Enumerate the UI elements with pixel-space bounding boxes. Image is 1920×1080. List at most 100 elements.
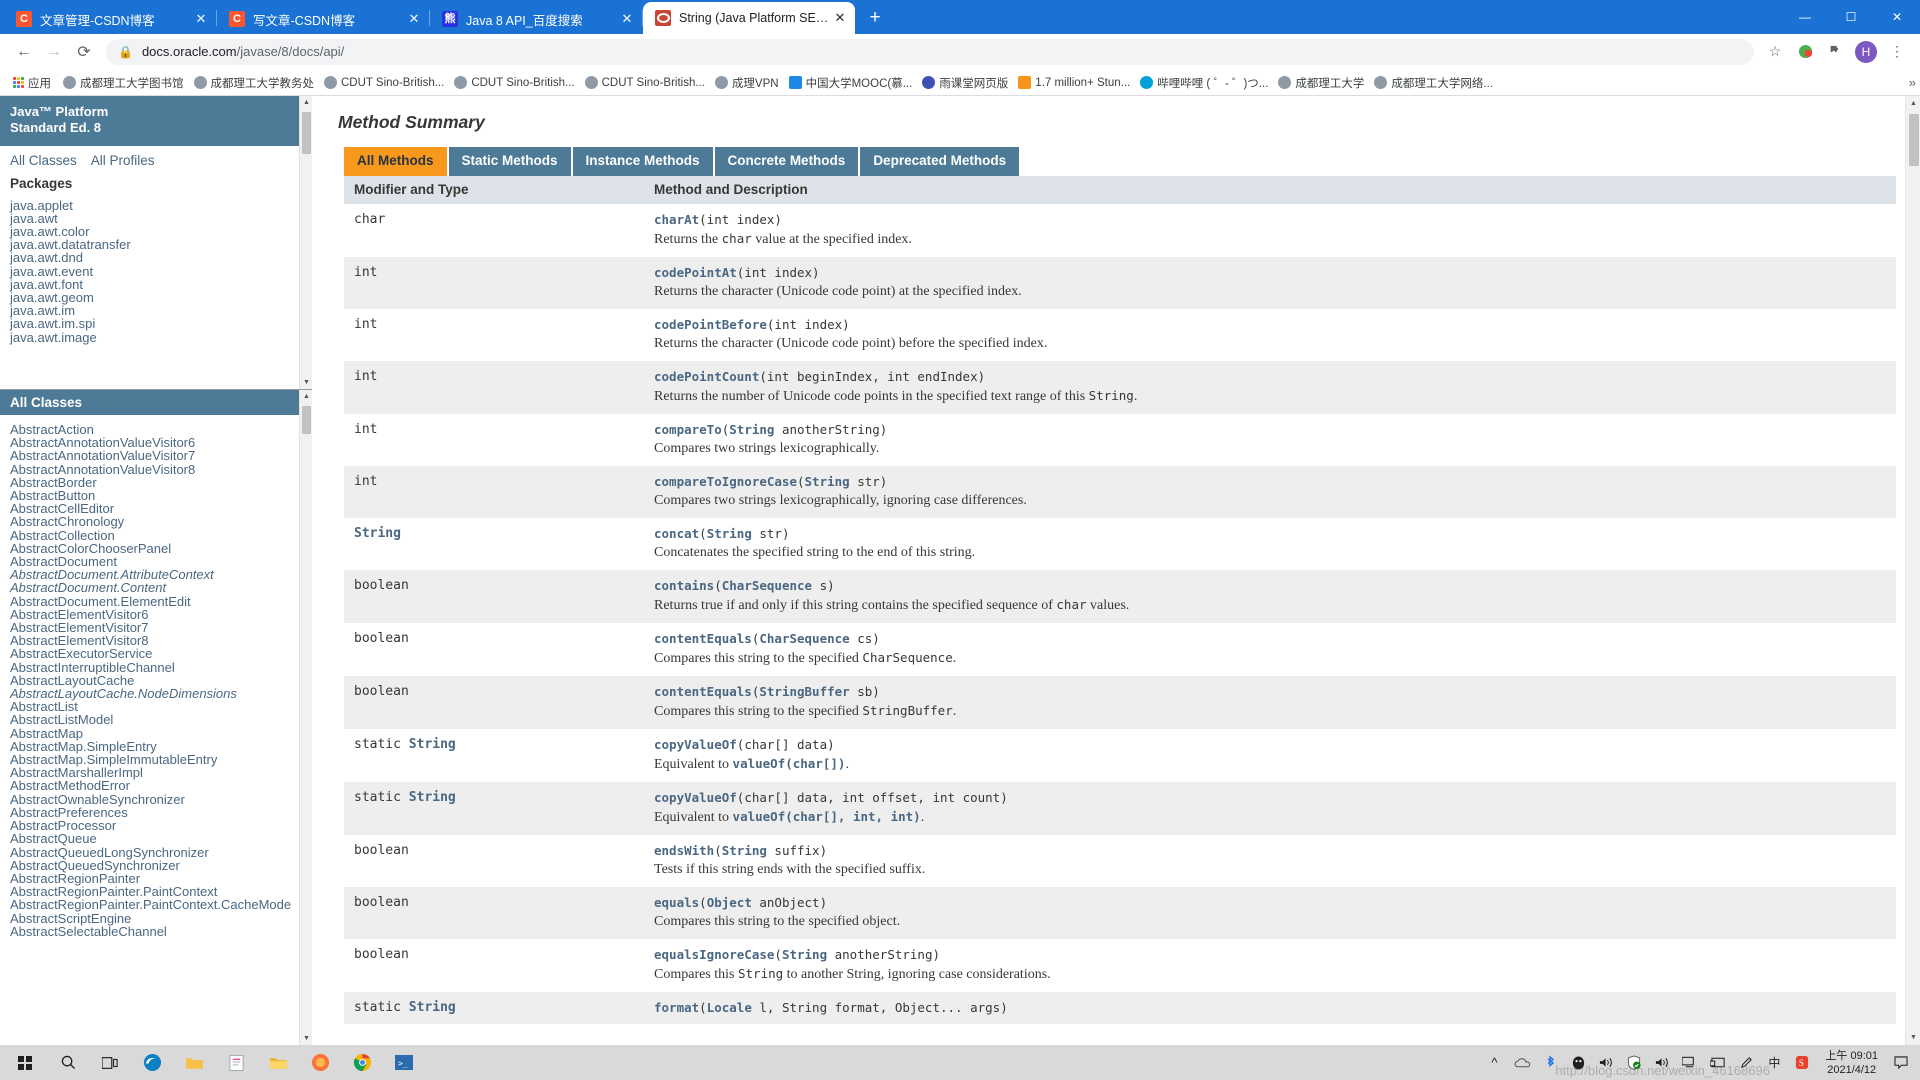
package-list-item[interactable]: java.awt.image — [10, 330, 302, 345]
terminal-icon[interactable]: >_ — [384, 1046, 424, 1079]
class-link[interactable]: AbstractSelectableChannel — [10, 924, 167, 939]
browser-tab[interactable]: String (Java Platform SE 8 ) ✕ — [643, 2, 855, 34]
method-signature[interactable]: format(Locale l, String format, Object..… — [654, 1000, 1886, 1015]
method-signature[interactable]: compareTo(String anotherString) — [654, 422, 1886, 437]
method-signature[interactable]: equals(Object anObject) — [654, 895, 1886, 910]
bookmark-item[interactable]: CDUT Sino-British... — [449, 74, 579, 91]
bluetooth-icon[interactable] — [1537, 1046, 1563, 1079]
method-signature[interactable]: codePointAt(int index) — [654, 265, 1886, 280]
notification-icon[interactable] — [1888, 1046, 1914, 1079]
method-signature[interactable]: codePointCount(int beginIndex, int endIn… — [654, 369, 1886, 384]
scroll-thumb[interactable] — [302, 112, 311, 154]
new-tab-button[interactable]: + — [861, 4, 889, 32]
link-all-profiles[interactable]: All Profiles — [91, 153, 155, 168]
method-signature[interactable]: charAt(int index) — [654, 212, 1886, 227]
package-link[interactable]: java.awt.image — [10, 330, 97, 345]
security-icon[interactable] — [1621, 1046, 1647, 1079]
method-signature[interactable]: endsWith(String suffix) — [654, 843, 1886, 858]
tab-close-icon[interactable]: ✕ — [831, 9, 849, 27]
address-bar[interactable]: 🔒 docs.oracle.com/javase/8/docs/api/ — [106, 38, 1754, 65]
window-controls: — ☐ ✕ — [1782, 0, 1920, 34]
folder-icon[interactable] — [174, 1046, 214, 1079]
scroll-thumb[interactable] — [302, 406, 311, 434]
bookmarks-overflow-icon[interactable]: » — [1909, 75, 1916, 90]
scroll-down-icon[interactable]: ▼ — [300, 376, 312, 389]
notepad-icon[interactable] — [216, 1046, 256, 1079]
method-description: Compares two strings lexicographically, … — [654, 492, 1027, 508]
method-filter-tab[interactable]: All Methods — [344, 147, 447, 176]
scroll-down-icon[interactable]: ▼ — [1906, 1030, 1920, 1045]
method-signature[interactable]: concat(String str) — [654, 526, 1886, 541]
bookmark-item[interactable]: 成都理工大学教务处 — [189, 73, 320, 93]
browser-tab[interactable]: C 文章管理-CSDN博客 ✕ — [4, 4, 216, 34]
tab-close-icon[interactable]: ✕ — [192, 10, 210, 28]
firefox-icon[interactable] — [300, 1046, 340, 1079]
browser-tab[interactable]: 熊 Java 8 API_百度搜索 ✕ — [430, 4, 642, 34]
class-frame-scrollbar[interactable]: ▲ ▼ — [299, 390, 312, 1045]
ime-icon[interactable]: 中 — [1761, 1046, 1787, 1079]
puzzle-icon[interactable] — [1822, 39, 1848, 65]
display-icon[interactable] — [1705, 1046, 1731, 1079]
volume-icon[interactable] — [1593, 1046, 1619, 1079]
translate-icon[interactable] — [1792, 39, 1818, 65]
bookmark-item[interactable]: 成都理工大学 — [1273, 73, 1369, 93]
bookmark-item[interactable]: CDUT Sino-British... — [319, 74, 449, 91]
scroll-down-icon[interactable]: ▼ — [300, 1032, 312, 1045]
scroll-thumb[interactable] — [1909, 114, 1919, 166]
method-filter-tab[interactable]: Static Methods — [448, 147, 571, 176]
back-icon[interactable]: ← — [10, 38, 38, 66]
maximize-button[interactable]: ☐ — [1828, 0, 1874, 34]
onedrive-icon[interactable] — [1509, 1046, 1535, 1079]
network-icon[interactable] — [1677, 1046, 1703, 1079]
main-scrollbar[interactable]: ▲ ▼ — [1905, 96, 1920, 1045]
method-signature[interactable]: codePointBefore(int index) — [654, 317, 1886, 332]
bookmark-star-icon[interactable]: ☆ — [1762, 39, 1788, 65]
method-filter-tab[interactable]: Concrete Methods — [714, 147, 859, 176]
method-signature[interactable]: copyValueOf(char[] data) — [654, 737, 1886, 752]
bookmark-item[interactable]: 雨课堂网页版 — [917, 73, 1013, 93]
sogou-icon[interactable]: S — [1789, 1046, 1815, 1079]
method-signature[interactable]: compareToIgnoreCase(String str) — [654, 474, 1886, 489]
browser-tab[interactable]: C 写文章-CSDN博客 ✕ — [217, 4, 429, 34]
scroll-up-icon[interactable]: ▲ — [300, 390, 312, 403]
scroll-up-icon[interactable]: ▲ — [1906, 96, 1920, 111]
start-icon[interactable] — [4, 1046, 46, 1079]
method-filter-tab[interactable]: Instance Methods — [572, 147, 713, 176]
bookmark-item[interactable]: 成都理工大学图书馆 — [58, 73, 189, 93]
bookmark-item[interactable]: 成都理工大学网络... — [1369, 73, 1498, 93]
minimize-button[interactable]: — — [1782, 0, 1828, 34]
method-signature[interactable]: copyValueOf(char[] data, int offset, int… — [654, 790, 1886, 805]
chevron-up-icon[interactable]: ^ — [1481, 1046, 1507, 1079]
method-signature[interactable]: contentEquals(CharSequence cs) — [654, 631, 1886, 646]
chrome-icon[interactable] — [342, 1046, 382, 1079]
bookmark-item[interactable]: CDUT Sino-British... — [580, 74, 710, 91]
tab-close-icon[interactable]: ✕ — [618, 10, 636, 28]
link-all-classes[interactable]: All Classes — [10, 153, 77, 168]
bookmark-item[interactable]: 中国大学MOOC(慕... — [784, 73, 918, 93]
reload-icon[interactable]: ⟳ — [70, 38, 98, 66]
pen-icon[interactable] — [1733, 1046, 1759, 1079]
method-signature[interactable]: contains(CharSequence s) — [654, 578, 1886, 593]
task-view-icon[interactable] — [90, 1046, 130, 1079]
search-icon[interactable] — [48, 1046, 88, 1079]
qq-icon[interactable] — [1565, 1046, 1591, 1079]
close-button[interactable]: ✕ — [1874, 0, 1920, 34]
class-list-item[interactable]: AbstractSelectableChannel — [10, 925, 302, 938]
tab-close-icon[interactable]: ✕ — [405, 10, 423, 28]
bookmark-item[interactable]: 哔哩哔哩 ( ゜- ゜)つ... — [1135, 73, 1273, 93]
bookmark-item[interactable]: 1.7 million+ Stun... — [1013, 74, 1135, 91]
method-signature[interactable]: equalsIgnoreCase(String anotherString) — [654, 947, 1886, 962]
explorer-icon[interactable] — [258, 1046, 298, 1079]
forward-icon[interactable]: → — [40, 38, 68, 66]
method-signature[interactable]: contentEquals(StringBuffer sb) — [654, 684, 1886, 699]
scroll-up-icon[interactable]: ▲ — [300, 96, 312, 109]
package-frame-scrollbar[interactable]: ▲ ▼ — [299, 96, 312, 389]
volume2-icon[interactable] — [1649, 1046, 1675, 1079]
avatar[interactable]: H — [1855, 40, 1877, 63]
menu-icon[interactable]: ⋮ — [1884, 39, 1910, 65]
bookmark-apps[interactable]: 应用 — [8, 73, 56, 93]
edge-icon[interactable] — [132, 1046, 172, 1079]
bookmark-item[interactable]: 成理VPN — [710, 73, 784, 93]
method-filter-tab[interactable]: Deprecated Methods — [860, 147, 1020, 176]
taskbar-clock[interactable]: 上午 09:01 2021/4/12 — [1817, 1049, 1886, 1077]
